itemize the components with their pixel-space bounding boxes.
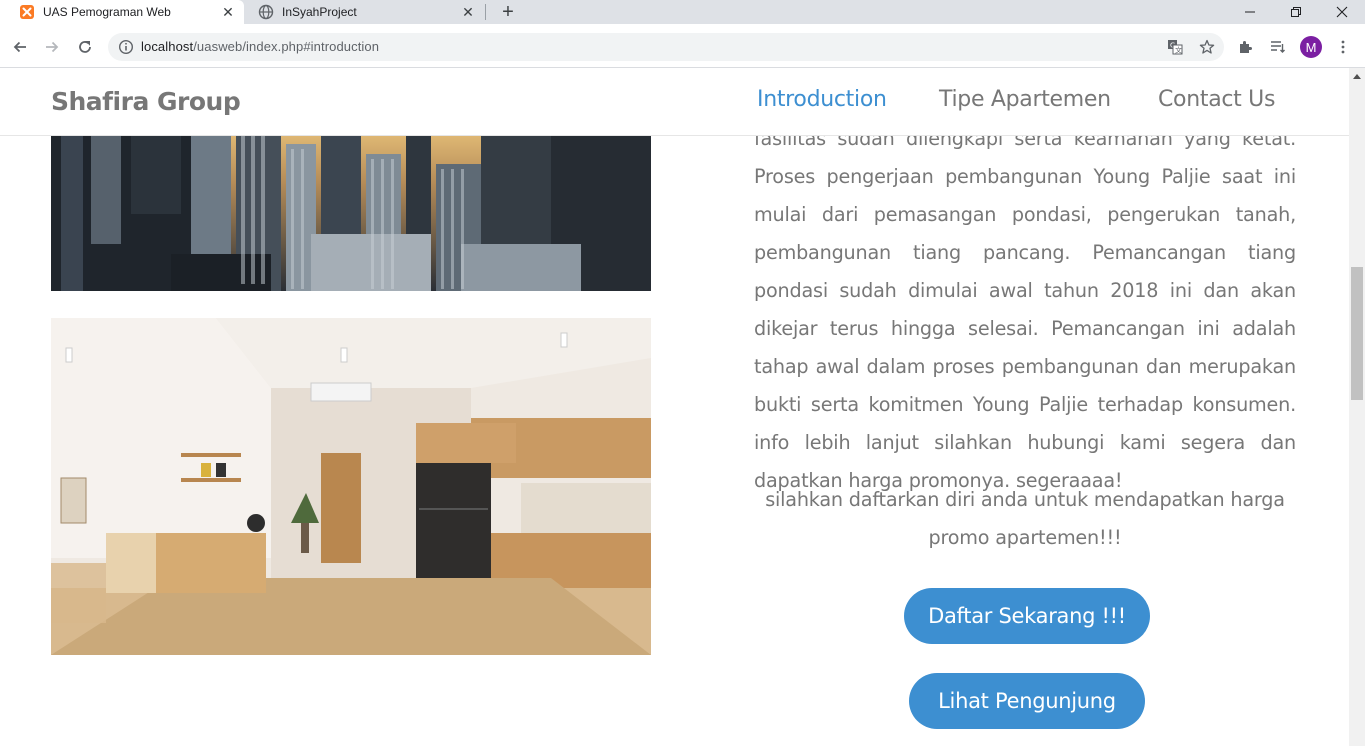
url-host: localhost	[141, 39, 194, 54]
scroll-up-arrow-icon[interactable]	[1349, 68, 1365, 84]
introduction-article: fasilitas sudah dilengkapi serta keamana…	[754, 120, 1296, 500]
restore-button[interactable]	[1273, 0, 1319, 24]
tab-insyahproject[interactable]: InSyahProject ✕	[248, 0, 484, 24]
minimize-button[interactable]	[1227, 0, 1273, 24]
brand-logo-text[interactable]: Shafira Group	[51, 87, 241, 116]
close-icon	[1336, 6, 1348, 18]
tab-divider	[485, 4, 486, 20]
extensions-icon[interactable]	[1237, 38, 1255, 56]
page-scrollbar[interactable]	[1349, 68, 1365, 746]
info-icon[interactable]	[118, 39, 134, 55]
tab-title: InSyahProject	[282, 5, 357, 19]
menu-kebab-icon[interactable]	[1334, 38, 1352, 56]
reload-icon	[79, 41, 91, 53]
forward-arrow-icon	[46, 41, 59, 53]
new-tab-button[interactable]: +	[498, 1, 518, 23]
xampp-icon	[19, 4, 35, 20]
back-arrow-icon	[13, 41, 26, 53]
restore-icon	[1291, 7, 1301, 17]
nav-link-contact-us[interactable]: Contact Us	[1158, 87, 1275, 112]
apartment-interior-image	[51, 318, 651, 655]
minimize-icon	[1245, 11, 1255, 13]
profile-avatar[interactable]: M	[1300, 36, 1322, 58]
translate-icon[interactable]: G文	[1166, 38, 1184, 56]
tab-uas-pemograman-web[interactable]: UAS Pemograman Web ✕	[0, 0, 244, 24]
globe-icon	[258, 4, 274, 20]
forward-button[interactable]	[40, 35, 64, 59]
url-text[interactable]: localhost/uasweb/index.php#introduction	[141, 39, 379, 55]
lihat-pengunjung-button[interactable]: Lihat Pengunjung	[909, 673, 1145, 729]
svg-text:文: 文	[1175, 46, 1182, 55]
close-tab-icon[interactable]: ✕	[460, 4, 476, 20]
nav-link-tipe-apartemen[interactable]: Tipe Apartemen	[939, 87, 1111, 112]
bookmark-star-icon[interactable]	[1198, 38, 1216, 56]
url-path: /uasweb/index.php#introduction	[193, 39, 380, 54]
back-button[interactable]	[8, 35, 32, 59]
article-paragraph: fasilitas sudah dilengkapi serta keamana…	[754, 127, 1296, 492]
reload-button[interactable]	[73, 35, 97, 59]
tab-title: UAS Pemograman Web	[43, 5, 171, 19]
browser-tab-bar: UAS Pemograman Web ✕ InSyahProject ✕ +	[0, 0, 1365, 24]
page-viewport: fasilitas sudah dilengkapi serta keamana…	[0, 68, 1349, 746]
close-window-button[interactable]	[1319, 0, 1365, 24]
close-tab-icon[interactable]: ✕	[220, 4, 236, 20]
reading-list-icon[interactable]	[1269, 38, 1287, 56]
site-navbar: Shafira Group Introduction Tipe Aparteme…	[0, 68, 1349, 136]
city-skyline-image	[51, 124, 651, 291]
scrollbar-thumb[interactable]	[1351, 267, 1363, 400]
promo-text: silahkan daftarkan diri anda untuk menda…	[765, 488, 1285, 549]
nav-link-introduction[interactable]: Introduction	[757, 87, 887, 112]
daftar-sekarang-button[interactable]: Daftar Sekarang !!!	[904, 588, 1150, 644]
